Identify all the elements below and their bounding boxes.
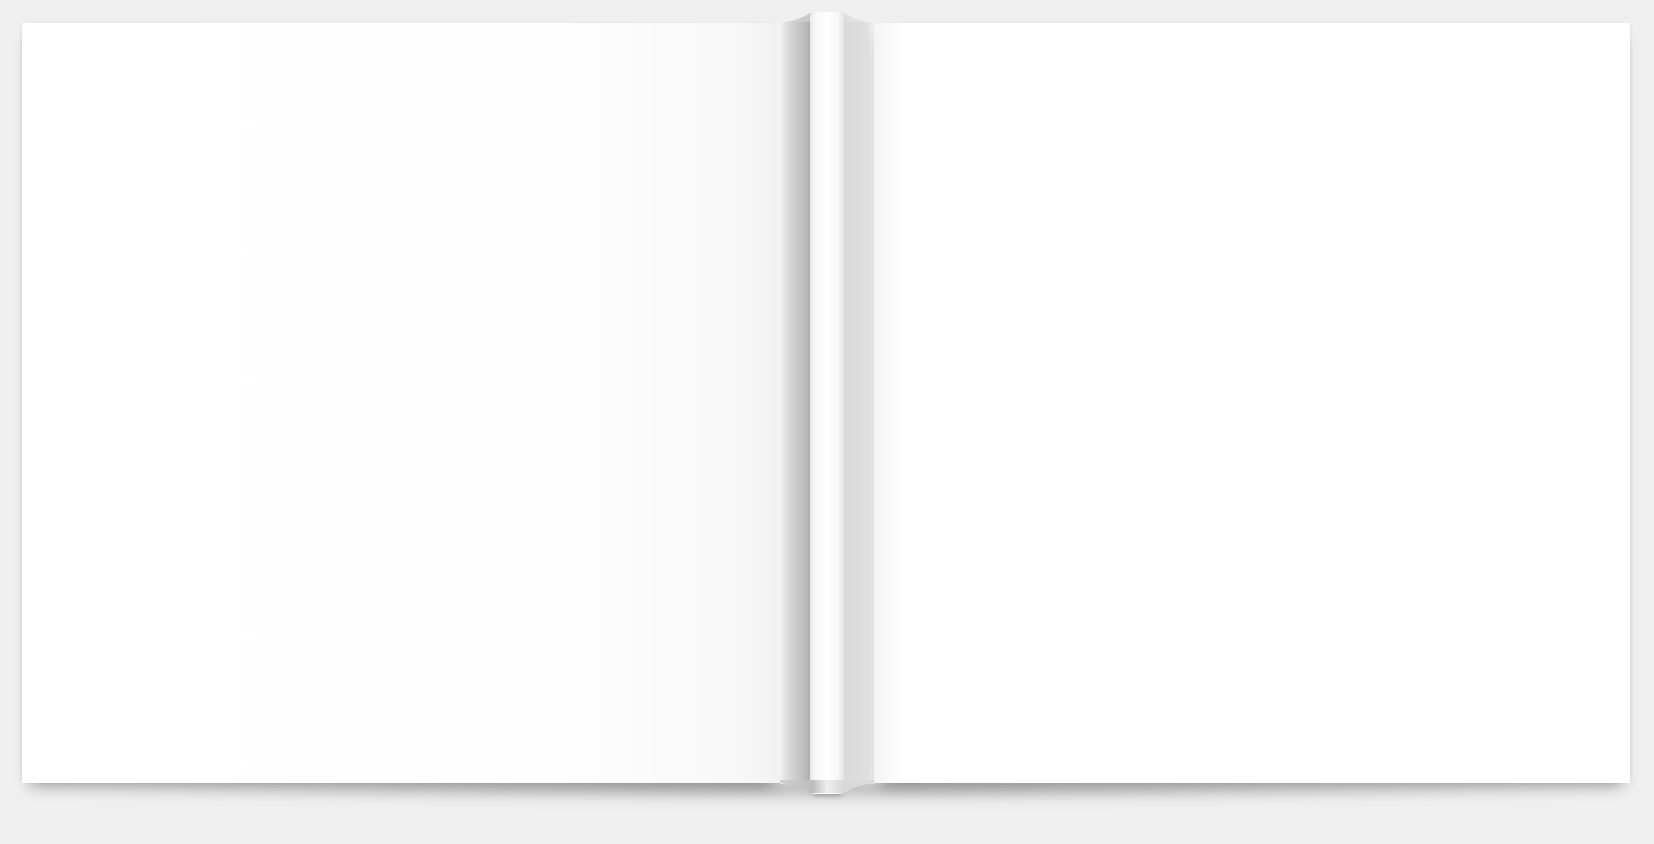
spine-bottom-ear xyxy=(780,780,874,793)
book-spine xyxy=(780,12,874,794)
spine-left-hinge xyxy=(780,22,810,784)
spine-right-hinge xyxy=(844,22,874,784)
book-mockup-stage xyxy=(0,0,1654,844)
back-cover xyxy=(22,23,780,783)
front-cover xyxy=(874,23,1630,783)
spine-face xyxy=(810,12,844,794)
